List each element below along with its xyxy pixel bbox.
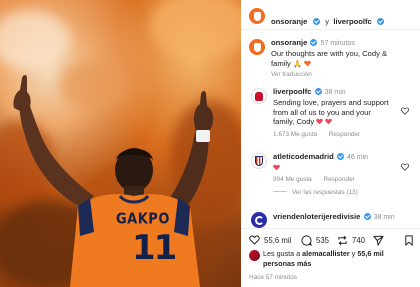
send-button[interactable]	[373, 235, 388, 246]
liker-handle[interactable]: alemacallister	[302, 249, 350, 258]
comment-icon	[301, 235, 312, 246]
caption-handle[interactable]: onsoranje	[271, 38, 307, 47]
post-header: onsoranje y liverpoolfc	[241, 0, 420, 30]
view-replies-text: Ver las respuestas (13)	[292, 188, 358, 196]
connector-text: y	[325, 17, 329, 26]
verified-icon	[377, 18, 385, 25]
likes-middle: y	[351, 249, 356, 258]
comment-time: 38 min	[373, 214, 395, 221]
eredivisie-logo-icon	[254, 215, 264, 225]
like-button[interactable]: 55,6 mil	[249, 235, 291, 245]
author-handle[interactable]: onsoranje	[271, 17, 307, 26]
reply-link[interactable]: Responder	[324, 176, 355, 183]
comment-button[interactable]: 535	[301, 235, 329, 246]
translate-link[interactable]: Ver traducción	[271, 71, 312, 78]
replies-divider	[273, 190, 287, 192]
verified-icon	[314, 88, 322, 95]
caption-text: Our thoughts are with you, Cody & family	[271, 49, 388, 68]
coauthor-handle[interactable]: liverpoolfc	[333, 17, 371, 26]
onsoranje-avatar[interactable]	[249, 8, 265, 24]
share-button[interactable]: 740	[337, 235, 365, 246]
lion-icon	[253, 11, 261, 21]
praying-hands-icon: 🙏	[292, 60, 302, 68]
jersey-number: 11	[132, 228, 177, 268]
liverpoolfc-avatar[interactable]	[251, 88, 267, 104]
comment-likes[interactable]: 1.673 Me gusta	[273, 131, 317, 138]
lion-icon	[253, 42, 261, 52]
player-figure	[13, 75, 214, 287]
caption-time: 57 minutos	[320, 40, 355, 47]
post-panel: onsoranje y liverpoolfc onsoranje 57 min…	[241, 0, 420, 287]
red-heart-icon	[325, 118, 333, 125]
heart-icon	[249, 235, 260, 245]
repost-icon	[338, 235, 347, 246]
likes-prefix: Les gusta a	[263, 249, 301, 258]
send-icon	[373, 235, 384, 246]
like-count: 55,6 mil	[264, 235, 292, 245]
post-photo[interactable]: GAKPO 11	[0, 0, 241, 287]
onsoranje-avatar[interactable]	[249, 39, 265, 55]
verified-icon	[310, 39, 318, 46]
comment-time: 38 min	[324, 89, 346, 96]
share-count: 740	[352, 236, 366, 245]
liker-avatar[interactable]	[249, 250, 260, 261]
verified-icon	[336, 153, 344, 160]
bookmark-icon[interactable]	[404, 235, 414, 246]
atleticodemadrid-avatar[interactable]	[251, 153, 267, 169]
orange-heart-icon	[304, 60, 311, 66]
eredivisie-avatar[interactable]	[251, 212, 267, 228]
comment-handle[interactable]: vriendenloterijeredivisie	[273, 212, 360, 221]
posted-time[interactable]: Hace 57 minutos	[249, 274, 297, 281]
red-heart-icon	[273, 164, 280, 171]
view-replies-link[interactable]: Ver las respuestas (13)	[273, 189, 393, 196]
comment-likes[interactable]: 994 Me gusta	[273, 176, 312, 183]
red-heart-icon	[316, 118, 324, 125]
comment-handle[interactable]: atleticodemadrid	[273, 152, 334, 161]
comment-count: 535	[316, 236, 330, 245]
action-bar: 55,6 mil 535 740	[241, 228, 420, 250]
jersey-name: GAKPO	[116, 210, 170, 229]
like-comment-heart-icon[interactable]	[401, 163, 409, 171]
verified-icon	[363, 213, 371, 220]
crest-icon	[255, 156, 263, 166]
verified-icon	[312, 18, 320, 25]
comment-handle[interactable]: liverpoolfc	[273, 87, 311, 96]
liverbird-icon	[255, 91, 263, 101]
like-comment-heart-icon[interactable]	[401, 107, 409, 115]
comment-time: 46 min	[347, 154, 369, 161]
reply-link[interactable]: Responder	[329, 131, 360, 138]
